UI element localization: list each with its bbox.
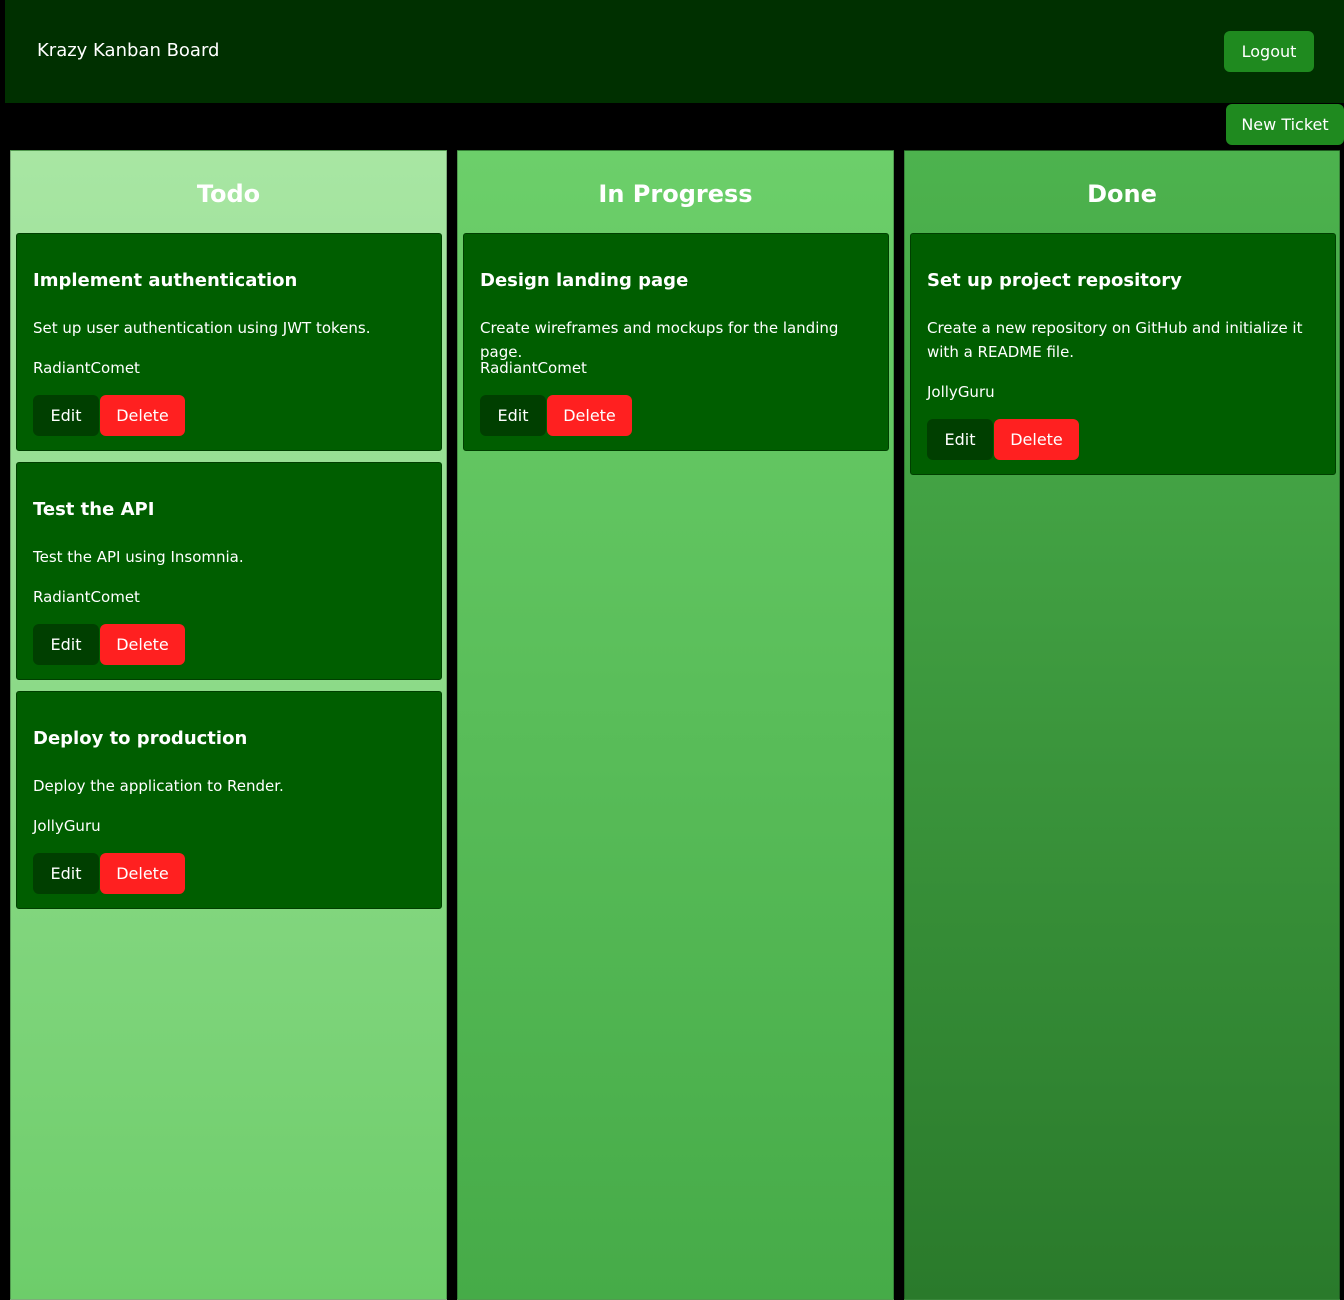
edit-button[interactable]: Edit <box>927 419 993 460</box>
ticket-title: Implement authentication <box>33 270 298 291</box>
column-done: Done Set up project repository Create a … <box>904 150 1340 1300</box>
delete-button[interactable]: Delete <box>100 395 185 436</box>
ticket-description: Deploy the application to Render. <box>33 777 284 795</box>
edit-button[interactable]: Edit <box>33 395 99 436</box>
new-ticket-button[interactable]: New Ticket <box>1226 104 1344 145</box>
edit-button[interactable]: Edit <box>33 853 99 894</box>
ticket-description: Set up user authentication using JWT tok… <box>33 319 371 337</box>
ticket-card: Deploy to production Deploy the applicat… <box>16 691 442 909</box>
ticket-card: Design landing page Create wireframes an… <box>463 233 889 451</box>
ticket-description: Create a new repository on GitHub and in… <box>927 319 1303 361</box>
column-title: Todo <box>196 180 261 208</box>
ticket-assignee: RadiantComet <box>33 359 140 377</box>
ticket-title: Set up project repository <box>927 270 1182 291</box>
edit-button[interactable]: Edit <box>480 395 546 436</box>
ticket-assignee: JollyGuru <box>33 817 101 835</box>
ticket-title: Design landing page <box>480 270 689 291</box>
ticket-card: Set up project repository Create a new r… <box>910 233 1336 475</box>
delete-button[interactable]: Delete <box>994 419 1079 460</box>
ticket-title: Test the API <box>33 499 155 520</box>
ticket-description: Test the API using Insomnia. <box>33 548 244 566</box>
ticket-title: Deploy to production <box>33 728 248 749</box>
column-todo: Todo Implement authentication Set up use… <box>10 150 447 1300</box>
ticket-assignee: RadiantComet <box>480 359 587 377</box>
column-in-progress: In Progress Design landing page Create w… <box>457 150 894 1300</box>
delete-button[interactable]: Delete <box>100 853 185 894</box>
delete-button[interactable]: Delete <box>547 395 632 436</box>
column-title: Done <box>1087 180 1157 208</box>
navbar: Krazy Kanban Board Logout <box>5 0 1344 103</box>
ticket-assignee: RadiantComet <box>33 588 140 606</box>
logout-button[interactable]: Logout <box>1224 31 1314 72</box>
ticket-assignee: JollyGuru <box>927 383 995 401</box>
delete-button[interactable]: Delete <box>100 624 185 665</box>
edit-button[interactable]: Edit <box>33 624 99 665</box>
column-title: In Progress <box>598 180 753 208</box>
app-title: Krazy Kanban Board <box>37 40 220 61</box>
ticket-card: Implement authentication Set up user aut… <box>16 233 442 451</box>
ticket-card: Test the API Test the API using Insomnia… <box>16 462 442 680</box>
